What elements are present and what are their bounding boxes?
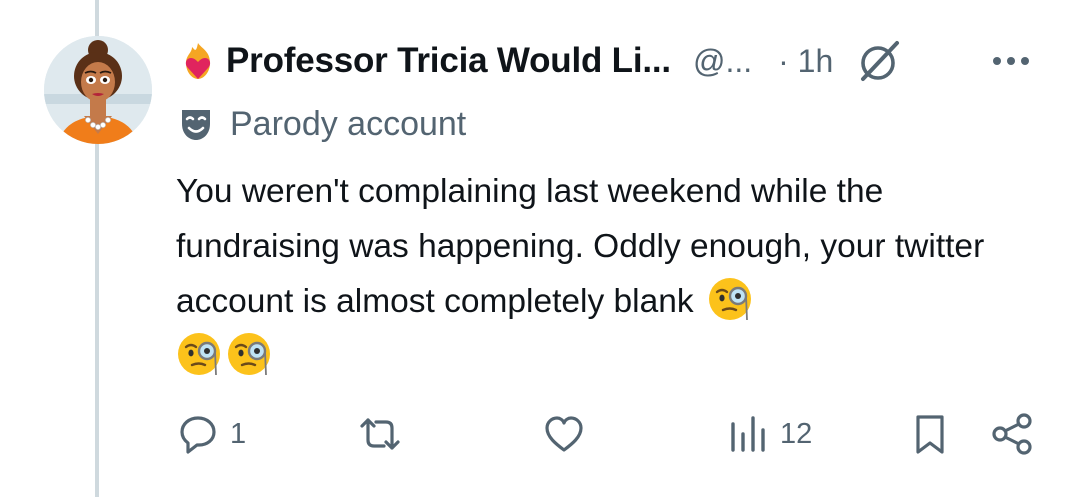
reply-count: 1 xyxy=(230,417,247,450)
bookmark-icon xyxy=(916,415,944,454)
avatar-image xyxy=(44,36,152,144)
reply-icon xyxy=(180,416,216,454)
more-horizontal-icon[interactable] xyxy=(990,44,1032,78)
views-count: 12 xyxy=(780,417,813,450)
post-header: Professor Tricia Would Li... @... · 1h xyxy=(176,36,903,86)
views-icon xyxy=(731,416,765,452)
face-with-monocle-icon xyxy=(176,331,222,377)
post-text-body: You weren't complaining last weekend whi… xyxy=(176,173,985,320)
avatar[interactable] xyxy=(44,36,152,144)
fire-heart-icon xyxy=(176,39,220,83)
share-button[interactable] xyxy=(990,408,1034,460)
views-button[interactable]: 12 xyxy=(726,408,812,460)
user-handle[interactable]: @... xyxy=(693,43,752,80)
grok-icon[interactable] xyxy=(853,36,903,86)
action-bar: 1 12 xyxy=(0,408,1080,460)
like-button[interactable] xyxy=(542,408,596,460)
face-with-monocle-icon xyxy=(707,276,753,322)
post-text: You weren't complaining last weekend whi… xyxy=(176,164,1056,384)
theater-mask-icon xyxy=(182,110,210,140)
face-with-monocle-icon xyxy=(226,331,272,377)
post-timestamp[interactable]: · 1h xyxy=(778,43,833,80)
reply-button[interactable]: 1 xyxy=(176,408,246,460)
bookmark-button[interactable] xyxy=(908,408,952,460)
parody-badge: Parody account xyxy=(176,100,466,148)
share-icon xyxy=(992,413,1032,455)
parody-label: Parody account xyxy=(230,104,467,143)
repost-icon xyxy=(360,418,400,450)
display-name[interactable]: Professor Tricia Would Li... xyxy=(226,41,671,81)
repost-button[interactable] xyxy=(358,408,412,460)
like-icon xyxy=(545,416,583,452)
